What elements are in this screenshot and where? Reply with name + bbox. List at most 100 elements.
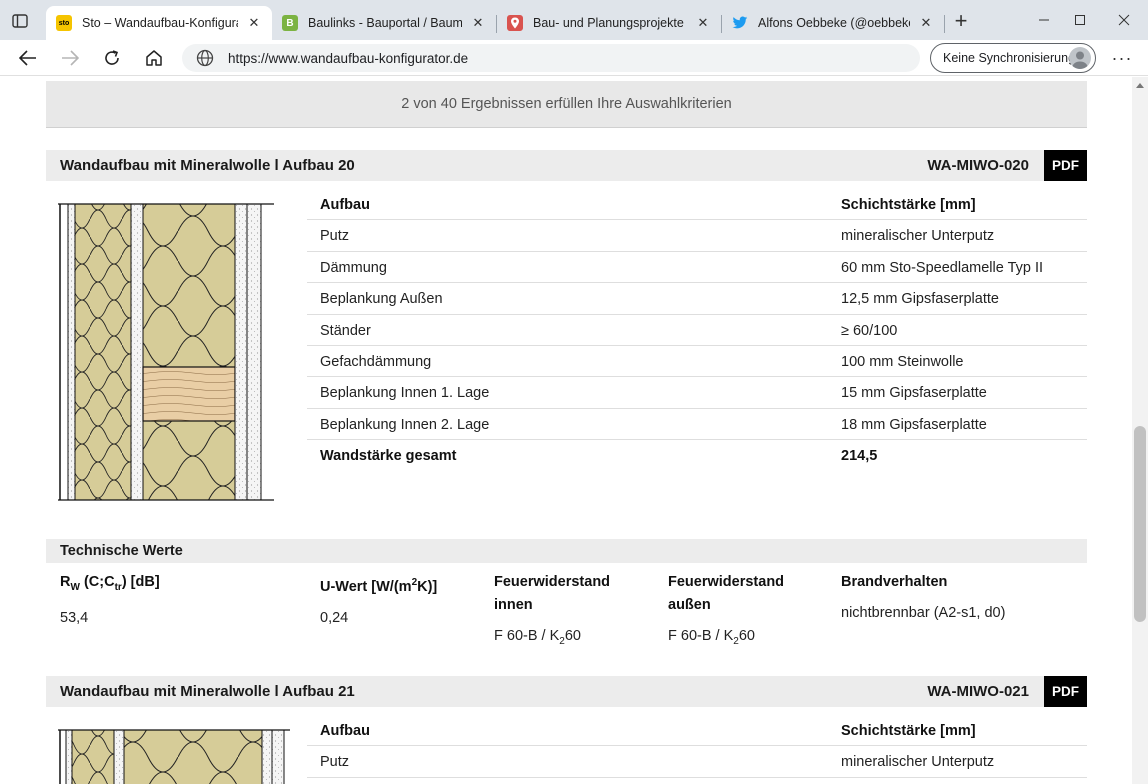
layer-value: 100 mm Steinwolle [841,353,964,370]
wall-section-header: Wandaufbau mit Mineralwolle l Aufbau 21 … [46,676,1087,707]
sync-button[interactable]: Keine Synchronisierung [930,43,1096,73]
layer-name: Putz [320,228,350,245]
layer-value: mineralischer Unterputz [841,228,995,245]
minimize-icon[interactable] [1032,8,1056,32]
table-row: Dämmung 60 mm Sto-Speedlamelle Typ II [307,252,1087,284]
table-row: Beplankung Außen 12,5 mm Gipsfaserplatte [307,283,1087,315]
tab-close-icon[interactable]: ✕ [470,15,486,31]
layer-value: 12,5 mm Gipsfaserplatte [841,291,999,308]
tech-values-title: Technische Werte [60,543,183,559]
table-header-row: Aufbau Schichtstärke [mm] [307,715,1087,747]
column-header-aufbau: Aufbau [320,723,370,739]
table-row: Beplankung Innen 1. Lage 15 mm Gipsfaser… [307,377,1087,409]
tech-col-brand: Brandverhalten nichtbrennbar (A2-s1, d0) [841,571,1081,625]
tab-separator [944,15,945,33]
wall-title: Wandaufbau mit Mineralwolle l Aufbau 21 [60,683,355,700]
browser-toolbar: https://www.wandaufbau-konfigurator.de K… [0,40,1148,76]
tech-col-rw: RW (C;Ctr) [dB] 53,4 [60,571,300,630]
column-header-schichtstaerke: Schichtstärke [mm] [841,197,976,213]
layer-value: 18 mm Gipsfaserplatte [841,416,987,433]
home-icon[interactable] [140,44,168,72]
table-row: Putz mineralischer Unterputz [307,220,1087,252]
layer-value: 15 mm Gipsfaserplatte [841,385,987,402]
tech-values-header: Technische Werte [46,539,1087,563]
wall-title: Wandaufbau mit Mineralwolle l Aufbau 20 [60,157,355,174]
fire-resistance-outer-label: Feuerwiderstand außen [668,574,785,613]
wall-code: WA-MIWO-020 [927,157,1029,174]
layer-name: Beplankung Innen 1. Lage [320,385,490,402]
baulinks-favicon-icon: B [282,15,298,31]
tab-close-icon[interactable]: ✕ [918,15,934,31]
vertical-scrollbar[interactable] [1132,77,1148,784]
pdf-download-button[interactable]: PDF [1044,150,1087,181]
layer-name: Putz [320,754,350,771]
tab-close-icon[interactable]: ✕ [695,15,711,31]
layer-table: Aufbau Schichtstärke [mm] Putz mineralis… [307,715,1087,778]
sto-favicon-icon: sto [56,15,72,31]
layer-name: Beplankung Außen [320,291,443,308]
pdf-download-button[interactable]: PDF [1044,676,1087,707]
twitter-bird-icon [732,15,748,31]
layer-value: ≥ 60/100 [841,322,898,339]
rw-value: 53,4 [60,609,89,626]
tab-title: Alfons Oebbeke (@oebbeke) / T [758,16,910,30]
scroll-up-arrow-icon[interactable] [1136,83,1144,88]
tab-close-icon[interactable]: ✕ [246,15,262,31]
tab-twitter[interactable]: Alfons Oebbeke (@oebbeke) / T ✕ [722,6,944,40]
window-close-icon[interactable] [1112,8,1136,32]
wall-code: WA-MIWO-021 [927,683,1029,700]
layer-name: Gefachdämmung [320,353,432,370]
fire-resistance-inner-value: F 60-B / K260 [494,628,581,647]
rw-label: RW (C;Ctr) [dB] [60,574,160,593]
address-bar[interactable]: https://www.wandaufbau-konfigurator.de [182,44,920,72]
table-row: Putz mineralischer Unterputz [307,746,1087,778]
fire-resistance-outer-value: F 60-B / K260 [668,628,755,647]
table-row: Beplankung Innen 2. Lage 18 mm Gipsfaser… [307,409,1087,441]
tab-title: Bau- und Planungsprojekte auf [533,16,687,30]
tech-col-uwert: U-Wert [W/(m2K)] 0,24 [320,571,480,630]
wall-section-header: Wandaufbau mit Mineralwolle l Aufbau 20 … [46,150,1087,181]
u-value: 0,24 [320,609,349,626]
tab-actions-icon[interactable] [8,9,32,33]
maximize-icon[interactable] [1068,8,1092,32]
map-pin-icon [507,15,523,31]
scrollbar-thumb[interactable] [1134,426,1146,622]
reload-icon[interactable] [98,44,126,72]
more-menu-icon[interactable]: ··· [1108,44,1136,72]
globe-icon [196,49,214,67]
profile-avatar-icon [1069,47,1091,69]
page-content: 2 von 40 Ergebnissen erfüllen Ihre Auswa… [0,77,1132,784]
forward-arrow-icon[interactable] [56,44,84,72]
fire-resistance-inner-label: Feuerwiderstand innen [494,574,611,613]
layer-value: 60 mm Sto-Speedlamelle Typ II [841,259,1044,276]
layer-value: mineralischer Unterputz [841,754,995,771]
table-row: Gefachdämmung 100 mm Steinwolle [307,346,1087,378]
u-value-label: U-Wert [W/(m2K)] [320,577,438,595]
result-count-banner: 2 von 40 Ergebnissen erfüllen Ihre Auswa… [46,81,1087,128]
fire-behaviour-label: Brandverhalten [841,574,948,590]
tab-title: Sto – Wandaufbau-Konfigurator [82,16,238,30]
table-total-row: Wandstärke gesamt 214,5 [307,440,1087,471]
tech-col-fw-innen: Feuerwiderstand innen F 60-B / K260 [494,571,644,653]
new-tab-plus-icon[interactable]: + [950,10,972,33]
back-arrow-icon[interactable] [14,44,42,72]
url-text: https://www.wandaufbau-konfigurator.de [228,50,469,66]
total-value: 214,5 [841,448,878,465]
layer-table: Aufbau Schichtstärke [mm] Putz mineralis… [307,189,1087,472]
column-header-schichtstaerke: Schichtstärke [mm] [841,723,976,739]
layer-name: Ständer [320,322,371,339]
total-label: Wandstärke gesamt [320,448,457,465]
tab-title: Baulinks - Bauportal / Baumaga [308,16,462,30]
tab-baulinks[interactable]: B Baulinks - Bauportal / Baumaga ✕ [272,6,496,40]
tab-sto-konfigurator[interactable]: sto Sto – Wandaufbau-Konfigurator ✕ [46,6,272,40]
tab-bauprojekte[interactable]: Bau- und Planungsprojekte auf ✕ [497,6,721,40]
fire-behaviour-value: nichtbrennbar (A2-s1, d0) [841,605,1006,621]
tech-col-fw-aussen: Feuerwiderstand außen F 60-B / K260 [668,571,818,653]
wall-section-drawing [58,203,274,501]
table-header-row: Aufbau Schichtstärke [mm] [307,189,1087,221]
table-row: Ständer ≥ 60/100 [307,315,1087,346]
layer-name: Beplankung Innen 2. Lage [320,416,490,433]
layer-name: Dämmung [320,259,387,276]
tab-bar: sto Sto – Wandaufbau-Konfigurator ✕ B Ba… [0,0,1148,40]
sync-label: Keine Synchronisierung [943,51,1076,65]
